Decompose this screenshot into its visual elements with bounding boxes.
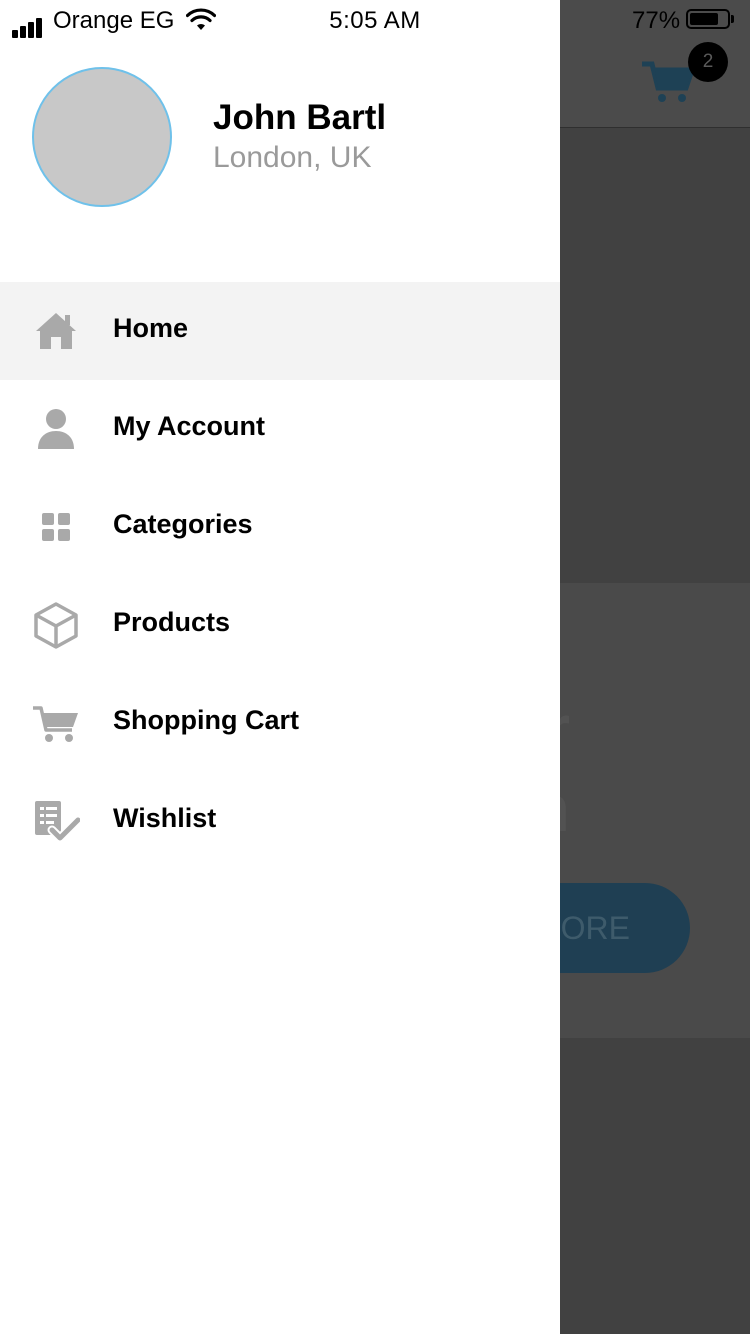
navigation-drawer: John Bartl London, UK Home My Account Ca… <box>0 0 560 1334</box>
checklist-icon <box>35 801 80 843</box>
menu-item-label: Shopping Cart <box>113 705 299 735</box>
menu-item-categories[interactable]: Categories <box>0 478 560 576</box>
app-screen: 2 r n ORE Orange EG 5:05 AM 77% John Bar… <box>0 0 750 1334</box>
battery-level-fill <box>690 13 718 25</box>
menu-item-label: Categories <box>113 509 253 539</box>
avatar[interactable] <box>32 67 172 207</box>
grid-icon <box>42 513 70 541</box>
battery-percentage: 77% <box>632 7 681 34</box>
cart-icon <box>33 706 78 742</box>
status-bar: Orange EG 5:05 AM 77% <box>0 0 750 42</box>
menu-item-wishlist[interactable]: Wishlist <box>0 772 560 870</box>
menu-item-my-account[interactable]: My Account <box>0 380 560 478</box>
menu-item-label: Products <box>113 607 231 637</box>
menu-item-shopping-cart[interactable]: Shopping Cart <box>0 674 560 772</box>
menu-item-label: Wishlist <box>113 803 217 833</box>
menu-item-home[interactable]: Home <box>0 282 560 380</box>
menu-item-label: Home <box>113 313 189 343</box>
user-icon <box>38 409 74 449</box>
box-icon <box>34 602 78 649</box>
menu-item-products[interactable]: Products <box>0 576 560 674</box>
battery-cap <box>731 15 734 23</box>
drawer-menu: Home My Account Categories Products Shop… <box>0 282 560 870</box>
user-location: London, UK <box>213 141 372 174</box>
menu-item-label: My Account <box>113 411 266 441</box>
user-name: John Bartl <box>213 98 387 137</box>
home-icon <box>36 313 76 349</box>
battery-icon <box>686 9 730 29</box>
cart-count-badge: 2 <box>688 42 728 82</box>
